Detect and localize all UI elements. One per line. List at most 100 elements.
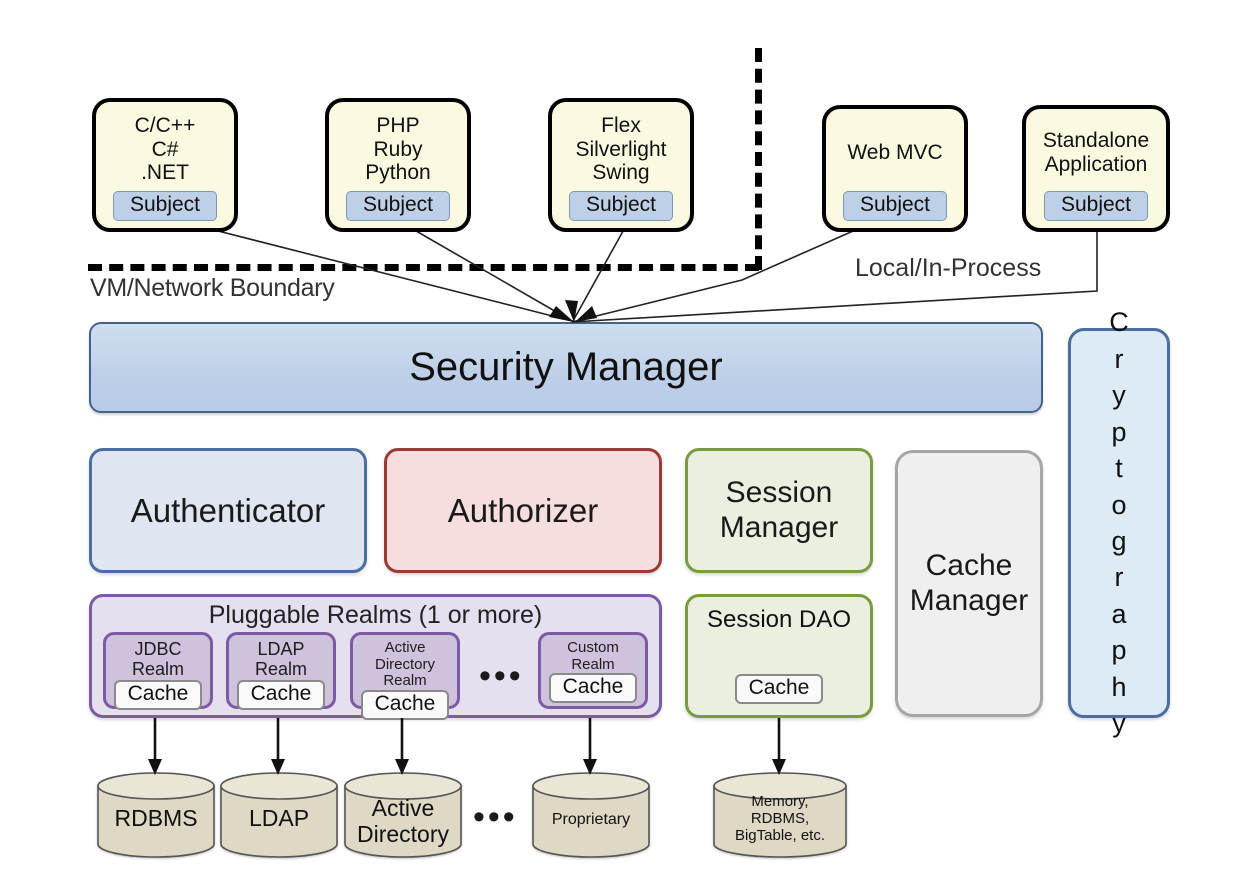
datastore-ad-line-1: Active	[371, 795, 435, 821]
client-standalone-name: Standalone Application	[1026, 115, 1166, 191]
realm-custom-line-2: Realm	[571, 655, 615, 673]
session-manager-line-2: Manager	[719, 510, 839, 544]
realms-ellipsis: •••	[479, 657, 524, 695]
realm-custom-cache[interactable]: Cache	[548, 673, 638, 703]
datastore-active-directory[interactable]: Active Directory	[343, 772, 463, 858]
security-manager-label: Security Manager	[409, 345, 723, 389]
subject-pill-standalone[interactable]: Subject	[1043, 191, 1149, 221]
datastore-ad-line-2: Directory	[356, 820, 449, 847]
client-box-native[interactable]: C/C++ C# .NET Subject	[92, 98, 238, 232]
client-native-line-3: .NET	[141, 161, 189, 185]
datastore-rdbms-label: RDBMS	[114, 805, 198, 831]
realm-active-directory-label: Active Directory Realm	[353, 638, 457, 690]
session-manager-box[interactable]: Session Manager	[685, 448, 873, 573]
realm-jdbc-label: JDBC Realm	[131, 639, 184, 679]
datastore-session-label: Memory, RDBMS, BigTable, etc.	[712, 793, 848, 844]
client-rich-languages: Flex Silverlight Swing	[552, 108, 690, 191]
subject-pill-rich[interactable]: Subject	[568, 191, 674, 221]
connector-arrowheads	[549, 300, 597, 322]
cryptography-letter-10: p	[1111, 635, 1127, 666]
network-boundary-horizontal-dash	[88, 264, 759, 271]
client-scripting-line-1: PHP	[376, 113, 420, 137]
datastore-rdbms[interactable]: RDBMS	[96, 772, 216, 858]
architecture-diagram: VM/Network Boundary Local/In-Process C/C…	[0, 0, 1238, 896]
subject-pill-web-mvc[interactable]: Subject	[842, 191, 948, 221]
pluggable-realms-container[interactable]: Pluggable Realms (1 or more) JDBC Realm …	[89, 594, 662, 720]
realm-custom-line-1: Custom	[567, 639, 619, 656]
realm-active-directory-cache[interactable]: Cache	[360, 689, 450, 720]
cryptography-letter-9: a	[1111, 598, 1127, 629]
authenticator-label: Authenticator	[130, 491, 326, 529]
datastore-ldap-label: LDAP	[248, 805, 310, 831]
datastore-active-directory-label: Active Directory	[343, 795, 463, 848]
cache-manager-box[interactable]: Cache Manager	[895, 450, 1043, 717]
cache-manager-label: Cache Manager	[910, 549, 1028, 618]
client-box-scripting[interactable]: PHP Ruby Python Subject	[325, 98, 471, 232]
client-scripting-languages: PHP Ruby Python	[329, 108, 467, 191]
cryptography-letter-1: C	[1109, 307, 1129, 338]
client-rich-line-1: Flex	[601, 113, 641, 137]
realm-box-jdbc[interactable]: JDBC Realm Cache	[103, 632, 213, 710]
client-web-mvc-line-1: Web MVC	[847, 141, 943, 165]
security-manager-bar[interactable]: Security Manager	[89, 322, 1043, 413]
cryptography-letter-3: y	[1112, 380, 1126, 411]
session-dao-box[interactable]: Session DAO Cache	[685, 594, 873, 718]
datastore-session-line-3: BigTable, etc.	[734, 826, 826, 844]
connector-scripting	[403, 223, 573, 322]
connector-web-mvc	[571, 223, 870, 323]
client-scripting-line-3: Python	[365, 161, 431, 185]
subject-pill-native[interactable]: Subject	[112, 191, 218, 221]
cache-manager-line-1: Cache	[925, 549, 1013, 582]
client-rich-line-2: Silverlight	[575, 137, 667, 161]
client-box-rich[interactable]: Flex Silverlight Swing Subject	[548, 98, 694, 232]
datastore-session-line-1: Memory,	[751, 793, 809, 810]
authorizer-box[interactable]: Authorizer	[384, 448, 662, 573]
client-native-line-2: C#	[151, 137, 179, 161]
realm-jdbc-cache[interactable]: Cache	[113, 679, 203, 710]
client-web-mvc-name: Web MVC	[826, 115, 964, 191]
client-standalone-line-1: Standalone	[1042, 129, 1150, 153]
client-standalone-line-2: Application	[1044, 153, 1148, 176]
realm-box-ldap[interactable]: LDAP Realm Cache	[226, 632, 336, 710]
cache-manager-line-2: Manager	[909, 583, 1029, 617]
cryptography-label: C r y p t o g r a p h y	[1109, 304, 1129, 741]
network-boundary-vertical-dash	[755, 48, 762, 270]
datastore-ldap[interactable]: LDAP	[219, 772, 339, 858]
authorizer-label: Authorizer	[447, 491, 599, 529]
realm-ad-line-2: Realm	[383, 672, 427, 689]
session-dao-cache[interactable]: Cache	[734, 674, 824, 704]
datastores-ellipsis: •••	[473, 798, 518, 836]
client-native-languages: C/C++ C# .NET	[96, 108, 234, 191]
realm-box-active-directory[interactable]: Active Directory Realm Cache	[350, 632, 460, 720]
cryptography-letter-2: r	[1114, 343, 1124, 374]
datastore-session-line-2: RDBMS,	[750, 809, 810, 827]
client-rich-line-3: Swing	[592, 161, 650, 185]
authenticator-box[interactable]: Authenticator	[89, 448, 367, 573]
subject-pill-scripting[interactable]: Subject	[345, 191, 451, 221]
realm-ldap-cache[interactable]: Cache	[236, 679, 326, 710]
session-manager-label: Session Manager	[720, 476, 838, 545]
session-manager-line-1: Session	[725, 476, 833, 509]
cryptography-letter-5: t	[1115, 453, 1123, 484]
cryptography-letter-7: g	[1111, 526, 1127, 556]
connector-rich	[572, 223, 628, 322]
cryptography-box[interactable]: C r y p t o g r a p h y	[1068, 307, 1170, 738]
cryptography-letter-12: y	[1112, 708, 1126, 739]
cryptography-letter-11: h	[1111, 671, 1127, 702]
datastore-proprietary[interactable]: Proprietary	[531, 772, 651, 858]
cryptography-letter-4: p	[1111, 416, 1127, 447]
client-box-standalone[interactable]: Standalone Application Subject	[1022, 105, 1170, 232]
datastore-session[interactable]: Memory, RDBMS, BigTable, etc.	[712, 772, 848, 858]
realm-box-custom[interactable]: Custom Realm Cache	[538, 632, 648, 709]
client-box-web-mvc[interactable]: Web MVC Subject	[822, 105, 968, 232]
session-dao-label: Session DAO	[706, 606, 852, 633]
cryptography-letter-8: r	[1114, 562, 1124, 593]
network-boundary-label: VM/Network Boundary	[90, 274, 335, 302]
realm-ldap-label: LDAP Realm	[254, 639, 307, 679]
client-native-line-1: C/C++	[134, 113, 196, 137]
client-scripting-line-2: Ruby	[373, 137, 423, 161]
realm-ad-line-1: Active Directory	[374, 639, 435, 673]
local-in-process-label: Local/In-Process	[855, 254, 1042, 282]
realm-custom-label: Custom Realm	[564, 638, 622, 673]
cryptography-letter-6: o	[1111, 489, 1127, 520]
